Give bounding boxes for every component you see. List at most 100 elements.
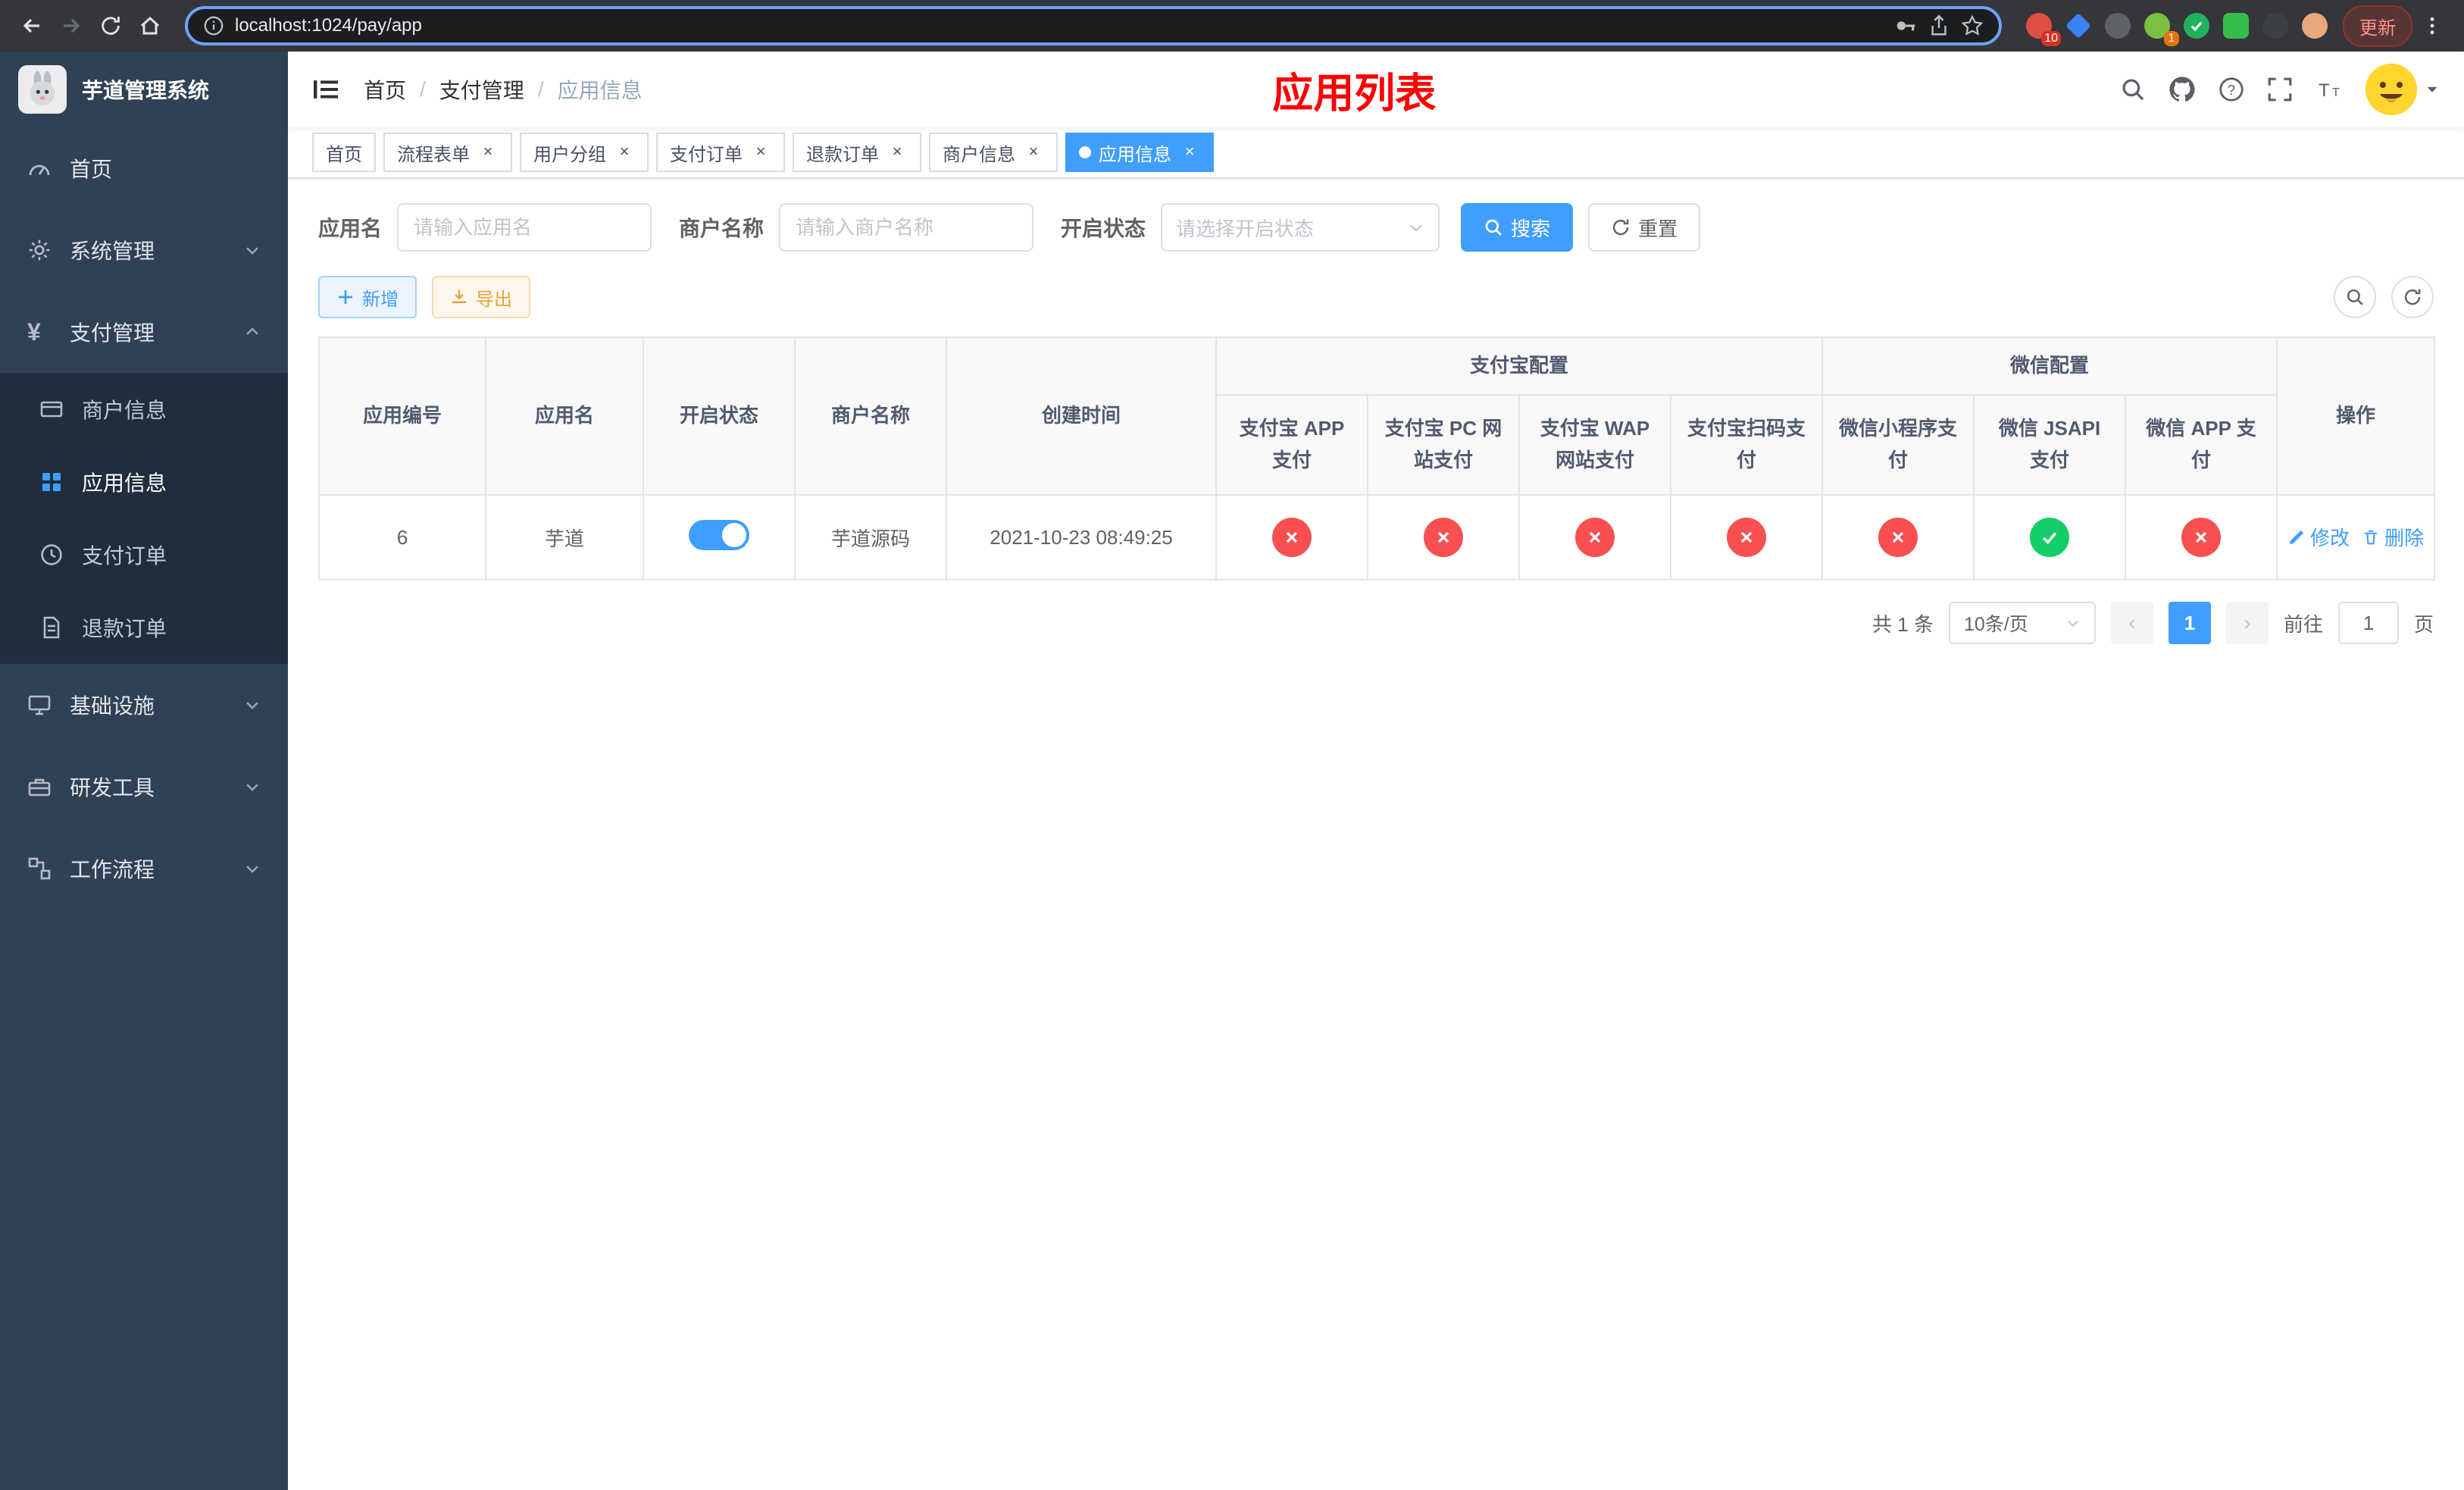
top-navbar: 首页 / 支付管理 / 应用信息 应用列表 ? T T <box>288 52 2464 127</box>
search-button-label: 搜索 <box>1511 217 1551 240</box>
column-header-merchant: 商户名称 <box>794 337 947 496</box>
page-size-value: 10条/页 <box>1963 614 2028 635</box>
bookmark-star-icon[interactable] <box>1961 14 1984 37</box>
browser-forward-button[interactable] <box>52 6 91 45</box>
column-header-wechat-jsapi: 微信 JSAPI 支付 <box>1973 394 2127 496</box>
reload-icon <box>102 17 120 35</box>
sidebar-item-dev-tools[interactable]: 研发工具 <box>0 746 288 828</box>
app-table: 应用编号 应用名 开启状态 商户名称 创建时间 支付宝配置 微信配置 操作 支付… <box>318 337 2436 581</box>
sidebar-item-label: 工作流程 <box>70 858 155 881</box>
breadcrumb-payment[interactable]: 支付管理 <box>439 74 524 105</box>
prev-page-button[interactable]: ‹ <box>2110 602 2153 644</box>
sidebar-item-app-info[interactable]: 应用信息 <box>0 446 288 518</box>
status-toggle[interactable] <box>689 519 749 550</box>
extension-icon-8[interactable] <box>2302 13 2328 39</box>
header-search-icon[interactable] <box>2120 77 2146 102</box>
address-bar[interactable]: localhost:1024/pay/app <box>185 6 2002 45</box>
filter-label: 开启状态 <box>1061 217 1146 240</box>
extension-icon-7[interactable] <box>2262 13 2288 39</box>
extension-icon-5[interactable] <box>2184 13 2209 39</box>
sidebar-item-home[interactable]: 首页 <box>0 127 288 209</box>
merchant-name-input[interactable] <box>779 203 1034 252</box>
extension-icon-3[interactable] <box>2105 13 2131 39</box>
page-size-select[interactable]: 10条/页 <box>1948 602 2096 644</box>
extension-icon-6[interactable] <box>2223 13 2249 39</box>
share-icon[interactable] <box>1928 14 1950 37</box>
app-name-input[interactable] <box>397 203 652 252</box>
extension-icon-4[interactable]: 1 <box>2144 13 2179 46</box>
browser-home-button[interactable] <box>130 6 170 45</box>
show-search-button[interactable] <box>2334 276 2376 318</box>
collapse-sidebar-button[interactable] <box>312 76 339 103</box>
sidebar-item-refund-orders[interactable]: 退款订单 <box>0 591 288 664</box>
fullscreen-icon[interactable] <box>2267 77 2293 102</box>
order-icon <box>39 543 64 567</box>
close-icon[interactable]: × <box>1023 142 1044 163</box>
tag-process-form[interactable]: 流程表单 × <box>383 133 512 172</box>
main-area: 首页 / 支付管理 / 应用信息 应用列表 ? T T 首页 流程表单 × 用户… <box>288 52 2464 1490</box>
user-menu[interactable] <box>2366 64 2440 115</box>
close-icon[interactable]: × <box>886 142 908 163</box>
close-icon[interactable]: × <box>614 142 635 163</box>
help-icon[interactable]: ? <box>2219 77 2244 102</box>
reset-button-label: 重置 <box>1638 217 1678 240</box>
tag-user-group[interactable]: 用户分组 × <box>520 133 649 172</box>
close-icon[interactable]: × <box>750 142 771 163</box>
sidebar-item-payment[interactable]: ¥ 支付管理 <box>0 291 288 373</box>
browser-menu-button[interactable] <box>2412 6 2452 45</box>
status-select[interactable]: 请选择开启状态 <box>1161 203 1440 252</box>
tag-label: 用户分组 <box>533 144 606 165</box>
extension-icon-1[interactable]: 10 <box>2026 13 2061 46</box>
page-number-button[interactable]: 1 <box>2168 602 2211 644</box>
search-icon <box>2347 289 2363 305</box>
breadcrumb-home[interactable]: 首页 <box>364 74 406 105</box>
delete-link[interactable]: 删除 <box>2362 523 2424 551</box>
active-dot <box>1079 146 1091 158</box>
close-icon[interactable]: × <box>1179 142 1200 163</box>
document-icon <box>39 615 64 640</box>
export-button-label: 导出 <box>476 289 512 310</box>
sidebar-item-merchant-info[interactable]: 商户信息 <box>0 373 288 446</box>
page-info-icon[interactable] <box>203 15 224 36</box>
navbar-actions: ? TT <box>2120 64 2440 115</box>
sidebar-item-label: 支付管理 <box>70 321 155 345</box>
browser-reload-button[interactable] <box>91 6 130 45</box>
tag-merchant-info[interactable]: 商户信息 × <box>929 133 1058 172</box>
tag-payment-orders[interactable]: 支付订单 × <box>656 133 785 172</box>
toolbar-right <box>2319 276 2434 318</box>
tag-app-info[interactable]: 应用信息 × <box>1065 133 1214 172</box>
sidebar-item-label: 商户信息 <box>82 399 167 422</box>
github-icon[interactable] <box>2169 76 2196 103</box>
extension-icon-2[interactable] <box>2065 13 2091 39</box>
table-row: 6 芋道 芋道源码 2021-10-23 08:49:25 修改 删除 <box>318 494 2436 581</box>
reset-button[interactable]: 重置 <box>1588 203 1701 252</box>
column-header-alipay-wap: 支付宝 WAP 网站支付 <box>1518 394 1671 496</box>
page-content: 应用名 商户名称 开启状态 请选择开启状态 <box>288 179 2464 1490</box>
sidebar-item-system[interactable]: 系统管理 <box>0 209 288 291</box>
cell-alipay-app <box>1215 494 1368 581</box>
refresh-table-button[interactable] <box>2391 276 2434 318</box>
browser-update-button[interactable]: 更新 <box>2343 5 2412 47</box>
font-size-icon[interactable]: TT <box>2315 77 2343 102</box>
sidebar-item-workflow[interactable]: 工作流程 <box>0 828 288 909</box>
goto-page-input[interactable] <box>2337 602 2399 644</box>
export-button[interactable]: 导出 <box>432 276 530 318</box>
tag-refund-orders[interactable]: 退款订单 × <box>793 133 921 172</box>
cell-wechat-mini <box>1821 494 1975 581</box>
next-page-button[interactable]: › <box>2225 602 2269 644</box>
edit-link[interactable]: 修改 <box>2287 523 2350 551</box>
kebab-menu-icon <box>2430 17 2434 35</box>
chevron-down-icon <box>244 778 261 795</box>
sidebar-item-infrastructure[interactable]: 基础设施 <box>0 664 288 746</box>
chevron-down-icon <box>1408 219 1424 236</box>
tag-home[interactable]: 首页 <box>312 133 376 172</box>
browser-back-button[interactable] <box>12 6 52 45</box>
search-button[interactable]: 搜索 <box>1461 203 1574 252</box>
diamond-icon <box>2065 13 2091 39</box>
sidebar-item-payment-orders[interactable]: 支付订单 <box>0 518 288 591</box>
add-button[interactable]: 新增 <box>318 276 417 318</box>
column-header-wechat-mini: 微信小程序支付 <box>1821 394 1975 496</box>
password-key-icon[interactable] <box>1894 14 1917 37</box>
tag-label: 首页 <box>326 144 362 165</box>
close-icon[interactable]: × <box>477 142 499 163</box>
